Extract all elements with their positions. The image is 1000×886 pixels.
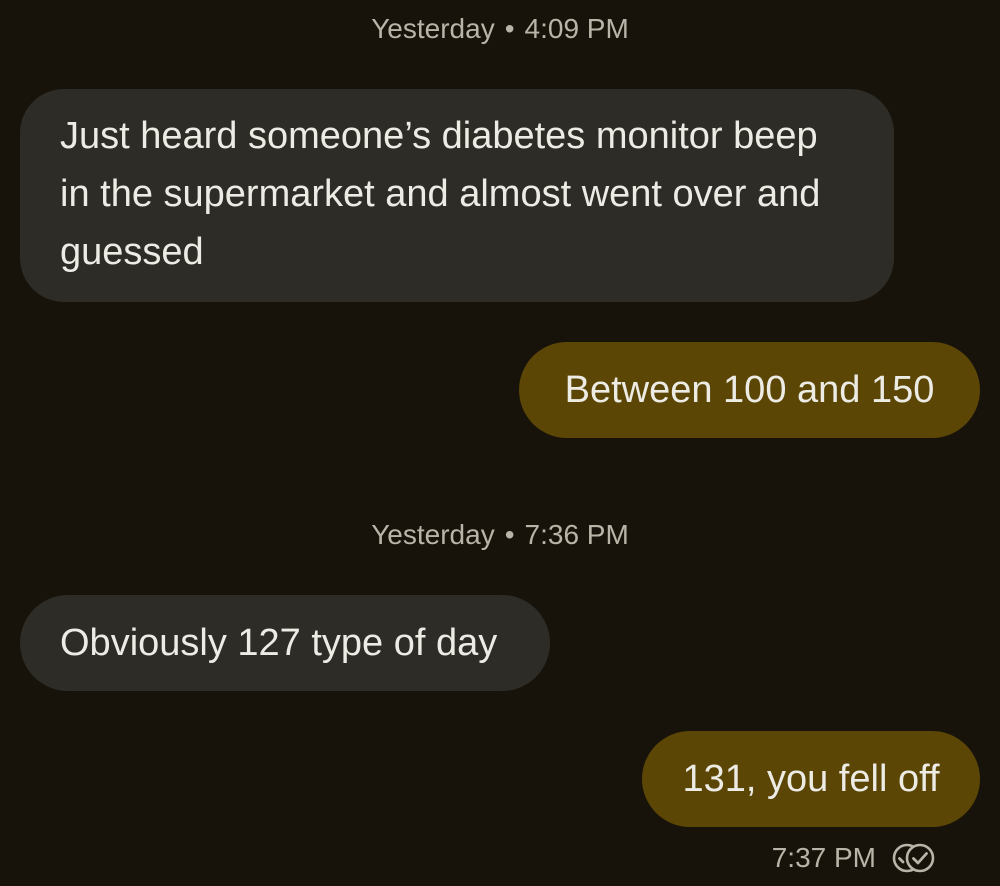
timestamp-separator: •: [504, 13, 515, 44]
message-text: Just heard someone’s diabetes monitor be…: [60, 115, 821, 273]
message-bubble-outgoing[interactable]: Between 100 and 150: [519, 342, 980, 438]
message-text: Between 100 and 150: [564, 369, 935, 411]
timestamp-separator: •: [504, 519, 515, 550]
message-bubble-incoming[interactable]: Just heard someone’s diabetes monitor be…: [20, 89, 894, 302]
message-text: Obviously 127 type of day: [60, 622, 498, 664]
timestamp-header: Yesterday • 4:09 PM: [0, 12, 1000, 46]
message-status: 7:37 PM: [772, 838, 938, 878]
timestamp-time: 4:09 PM: [524, 13, 629, 44]
timestamp-header: Yesterday • 7:36 PM: [0, 518, 1000, 552]
message-bubble-outgoing[interactable]: 131, you fell off: [642, 731, 980, 827]
message-text: 131, you fell off: [682, 758, 940, 800]
status-time: 7:37 PM: [771, 842, 876, 873]
delivered-read-check-icon: [892, 843, 935, 873]
message-bubble-incoming[interactable]: Obviously 127 type of day: [20, 595, 550, 691]
timestamp-day: Yesterday: [371, 519, 495, 550]
timestamp-day: Yesterday: [371, 13, 495, 44]
timestamp-time: 7:36 PM: [524, 519, 629, 550]
